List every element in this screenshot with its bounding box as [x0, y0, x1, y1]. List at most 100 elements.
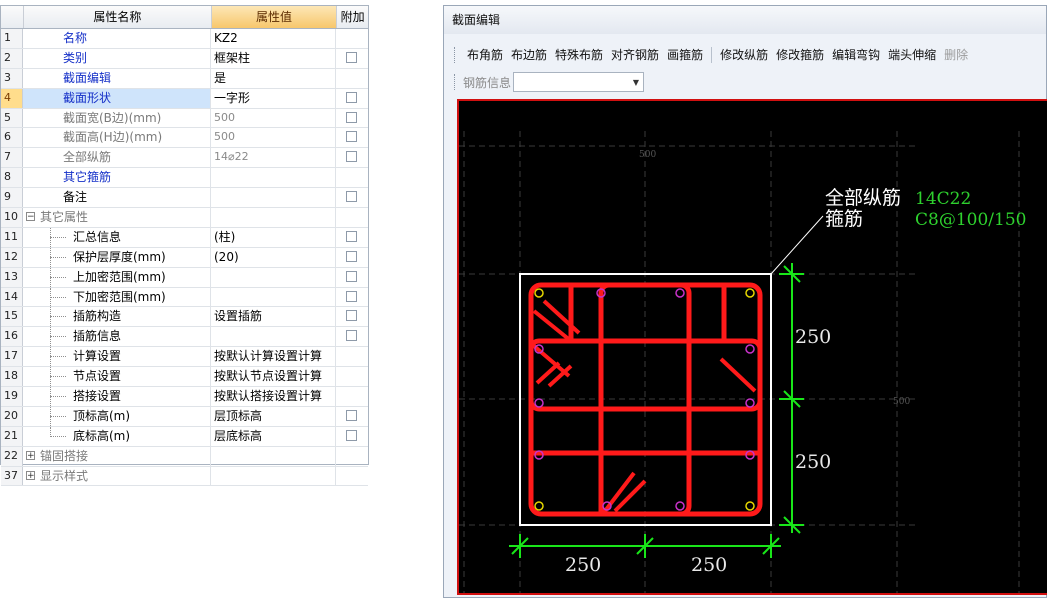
property-name-cell[interactable]: + 锚固搭接: [23, 446, 211, 466]
property-value[interactable]: 一字形: [211, 88, 336, 108]
row-number[interactable]: 11: [1, 227, 23, 247]
property-name-cell[interactable]: 节点设置: [23, 367, 211, 387]
section-drawing-svg[interactable]: 500 500 全部纵筋 箍筋 14C22 C8@100/150 250 250…: [459, 101, 1047, 593]
property-row[interactable]: 8 其它箍筋: [1, 168, 368, 189]
property-name-cell[interactable]: 顶标高(m): [23, 406, 211, 426]
property-value[interactable]: 层顶标高: [211, 406, 336, 426]
property-row[interactable]: 13 上加密范围(mm): [1, 267, 368, 288]
property-value[interactable]: 500: [211, 128, 336, 148]
property-value[interactable]: 框架柱: [211, 48, 336, 68]
edge-bar[interactable]: [675, 288, 685, 298]
property-row[interactable]: 16 插筋信息: [1, 327, 368, 348]
expand-icon[interactable]: +: [26, 470, 35, 480]
stirrup-value[interactable]: C8@100/150: [915, 210, 1026, 230]
property-row[interactable]: 22 + 锚固搭接: [1, 446, 368, 467]
dimension-horizontal-left[interactable]: 250: [565, 554, 601, 576]
row-number[interactable]: 12: [1, 247, 23, 267]
corner-bar[interactable]: [745, 501, 755, 511]
property-name-cell[interactable]: 备注: [23, 188, 211, 208]
property-row[interactable]: 3 截面编辑 是: [1, 68, 368, 89]
dimension-vertical-lower[interactable]: 250: [795, 451, 831, 473]
property-value[interactable]: 按默认计算设置计算: [211, 347, 336, 367]
header-property-name[interactable]: 属性名称: [24, 6, 212, 28]
property-row[interactable]: 7 全部纵筋 14⌀22: [1, 148, 368, 169]
property-value[interactable]: [211, 168, 336, 188]
property-value[interactable]: 500: [211, 108, 336, 128]
property-row[interactable]: 5 截面宽(B边)(mm) 500: [1, 108, 368, 129]
property-name-cell[interactable]: 插筋信息: [23, 327, 211, 347]
property-value[interactable]: [211, 466, 336, 486]
toolbar-edge-rebar-button[interactable]: 布边筋: [507, 45, 551, 65]
property-name-cell[interactable]: 截面编辑: [23, 68, 211, 88]
property-row[interactable]: 14 下加密范围(mm): [1, 287, 368, 308]
row-number[interactable]: 21: [1, 426, 23, 446]
extra-checkbox[interactable]: [346, 51, 357, 63]
extra-checkbox[interactable]: [346, 270, 357, 282]
extra-checkbox[interactable]: [346, 310, 357, 322]
row-number[interactable]: 37: [1, 466, 23, 486]
header-extra[interactable]: 附加: [337, 6, 368, 28]
property-name-cell[interactable]: + 显示样式: [23, 466, 211, 486]
row-number[interactable]: 14: [1, 287, 23, 307]
horizontal-dimension[interactable]: [509, 534, 781, 558]
toolbar-end-stretch-button[interactable]: 端头伸缩: [884, 45, 940, 65]
property-row[interactable]: 37 + 显示样式: [1, 466, 368, 487]
section-drawing-canvas[interactable]: 500 500 全部纵筋 箍筋 14C22 C8@100/150 250 250…: [457, 99, 1047, 595]
toolbar-corner-rebar-button[interactable]: 布角筋: [463, 45, 507, 65]
property-row[interactable]: 20 顶标高(m) 层顶标高: [1, 406, 368, 427]
toolbar-grip[interactable]: [454, 74, 457, 90]
corner-bar[interactable]: [534, 501, 544, 511]
property-row[interactable]: 4 截面形状 一字形: [1, 88, 368, 109]
hook-top-left-2[interactable]: [542, 299, 581, 335]
property-value[interactable]: (柱): [211, 227, 336, 247]
row-number[interactable]: 16: [1, 327, 23, 347]
property-name-cell[interactable]: 类别: [23, 48, 211, 68]
expand-icon[interactable]: +: [26, 450, 35, 460]
property-row[interactable]: 11 汇总信息 (柱): [1, 227, 368, 248]
property-value[interactable]: [211, 327, 336, 347]
property-value[interactable]: (20): [211, 247, 336, 267]
property-row[interactable]: 12 保护层厚度(mm) (20): [1, 247, 368, 268]
row-number[interactable]: 8: [1, 168, 23, 188]
extra-checkbox[interactable]: [346, 290, 357, 302]
row-number[interactable]: 2: [1, 48, 23, 68]
property-value[interactable]: 是: [211, 68, 336, 88]
property-value[interactable]: [211, 208, 336, 227]
extra-checkbox[interactable]: [346, 409, 357, 421]
extra-checkbox[interactable]: [346, 230, 357, 242]
property-value[interactable]: [211, 446, 336, 466]
property-name-cell[interactable]: 其它箍筋: [23, 168, 211, 188]
hook-right[interactable]: [719, 357, 757, 393]
property-name-cell[interactable]: 截面形状: [23, 88, 211, 108]
property-name-cell[interactable]: 截面高(H边)(mm): [23, 128, 211, 148]
property-value[interactable]: 按默认搭接设置计算: [211, 387, 336, 406]
property-row[interactable]: 2 类别 框架柱: [1, 48, 368, 69]
row-number[interactable]: 5: [1, 108, 23, 128]
hook-bottom-2[interactable]: [613, 479, 647, 513]
extra-checkbox[interactable]: [346, 330, 357, 342]
property-name-cell[interactable]: 下加密范围(mm): [23, 287, 211, 307]
row-number[interactable]: 13: [1, 267, 23, 287]
row-number[interactable]: 10: [1, 208, 23, 227]
row-number[interactable]: 6: [1, 128, 23, 148]
toolbar-align-rebar-button[interactable]: 对齐钢筋: [607, 45, 663, 65]
extra-checkbox[interactable]: [346, 191, 357, 203]
row-number[interactable]: 19: [1, 387, 23, 406]
row-number[interactable]: 18: [1, 367, 23, 387]
row-number[interactable]: 15: [1, 307, 23, 327]
property-name-cell[interactable]: − 其它属性: [23, 208, 211, 227]
property-name-cell[interactable]: 汇总信息: [23, 227, 211, 247]
chevron-down-icon[interactable]: ▼: [633, 78, 639, 87]
collapse-icon[interactable]: −: [26, 212, 35, 222]
property-value[interactable]: 层底标高: [211, 426, 336, 446]
property-name-cell[interactable]: 计算设置: [23, 347, 211, 367]
property-name-cell[interactable]: 截面宽(B边)(mm): [23, 108, 211, 128]
dimension-vertical-upper[interactable]: 250: [795, 326, 831, 348]
property-row[interactable]: 18 节点设置 按默认节点设置计算: [1, 367, 368, 388]
property-row[interactable]: 15 插筋构造 设置插筋: [1, 307, 368, 328]
corner-bar[interactable]: [534, 288, 544, 298]
rebar-info-dropdown[interactable]: ▼: [513, 72, 645, 92]
stirrup-label[interactable]: 箍筋: [825, 208, 863, 230]
row-number[interactable]: 20: [1, 406, 23, 426]
property-row[interactable]: 1 名称 KZ2: [1, 29, 368, 49]
